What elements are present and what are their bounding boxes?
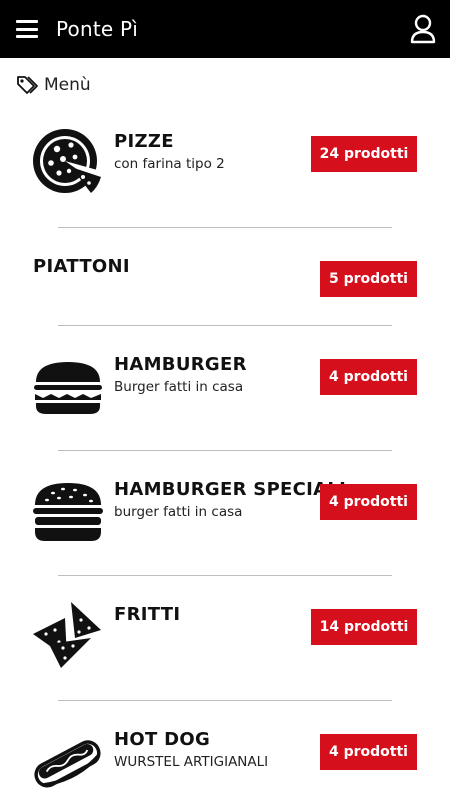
user-icon[interactable] — [410, 14, 436, 44]
category-subtitle: burger fatti in casa — [114, 504, 243, 520]
category-item-hot-dog[interactable]: HOT DOG WURSTEL ARTIGIANALI 4 prodotti — [0, 701, 450, 800]
product-count-button[interactable]: 4 prodotti — [320, 484, 417, 520]
category-item-hamburger-speciali[interactable]: HAMBURGER SPECIALI burger fatti in casa … — [0, 451, 450, 576]
hamburger-menu-icon[interactable] — [16, 20, 38, 38]
category-item-fritti[interactable]: FRITTI 14 prodotti — [0, 576, 450, 701]
burger-sesame-icon — [33, 483, 103, 541]
category-item-hamburger[interactable]: HAMBURGER Burger fatti in casa 4 prodott… — [0, 326, 450, 451]
nachos-icon — [33, 602, 101, 668]
category-subtitle: WURSTEL ARTIGIANALI — [114, 754, 269, 770]
app-bar: Ponte Pì — [0, 0, 450, 58]
section-title: Menù — [44, 75, 91, 95]
category-subtitle: con farina tipo 2 — [114, 156, 225, 172]
category-subtitle: Burger fatti in casa — [114, 379, 244, 395]
app-title: Ponte Pì — [56, 17, 138, 41]
product-count-button[interactable]: 14 prodotti — [311, 609, 417, 645]
category-name: HOT DOG — [114, 729, 211, 750]
category-name: HAMBURGER — [114, 354, 247, 375]
hamburger-icon — [34, 362, 102, 414]
category-name: FRITTI — [114, 604, 181, 625]
tag-icon — [17, 76, 38, 94]
category-name: HAMBURGER SPECIALI — [114, 479, 347, 500]
pizza-icon — [33, 129, 101, 193]
category-item-pizze[interactable]: PIZZE con farina tipo 2 24 prodotti — [0, 103, 450, 228]
product-count-button[interactable]: 24 prodotti — [311, 136, 417, 172]
menu-section-header: Menù — [16, 72, 91, 98]
product-count-button[interactable]: 4 prodotti — [320, 734, 417, 770]
product-count-button[interactable]: 4 prodotti — [320, 359, 417, 395]
category-name: PIZZE — [114, 131, 174, 152]
product-count-button[interactable]: 5 prodotti — [320, 261, 417, 297]
hot-dog-icon — [34, 740, 101, 788]
category-name: PIATTONI — [33, 256, 130, 277]
